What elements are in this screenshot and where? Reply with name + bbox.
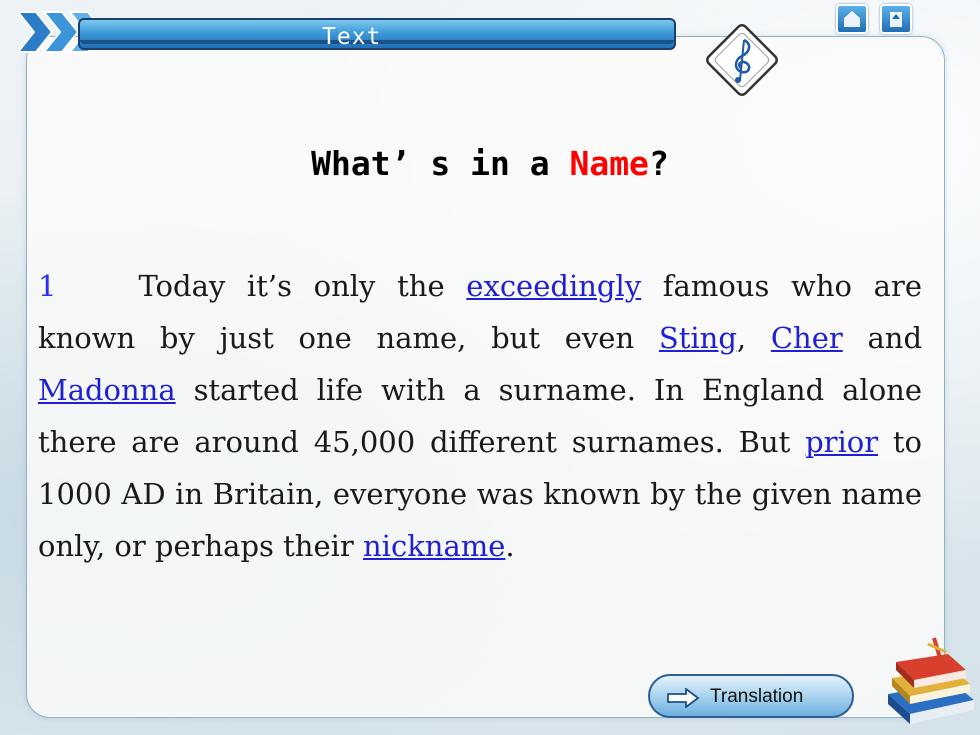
top-icon-group (836, 4, 914, 38)
translation-button[interactable]: Translation (648, 674, 854, 718)
vocab-link-prior[interactable]: prior (805, 425, 878, 459)
page-title: What’ s in a Name? (311, 144, 669, 183)
vocab-link-sting[interactable]: Sting (659, 321, 737, 355)
books-icon (888, 637, 974, 724)
header-title: Text (322, 24, 382, 50)
translation-label: Translation (710, 686, 804, 707)
title-highlight: Name (569, 144, 649, 183)
vocab-link-nickname[interactable]: nickname (363, 529, 505, 563)
paragraph: 1 Today it’s only the exceedingly famous … (38, 269, 923, 563)
vocab-link-exceedingly[interactable]: exceedingly (466, 269, 641, 303)
vocab-link-madonna[interactable]: Madonna (38, 373, 176, 407)
arrow-right-icon (667, 688, 700, 708)
paragraph-number: 1 (38, 269, 57, 303)
back-icon[interactable] (879, 4, 912, 34)
vocab-link-cher[interactable]: Cher (771, 321, 843, 355)
home-icon[interactable] (836, 4, 868, 34)
music-note-icon[interactable] (700, 18, 784, 102)
